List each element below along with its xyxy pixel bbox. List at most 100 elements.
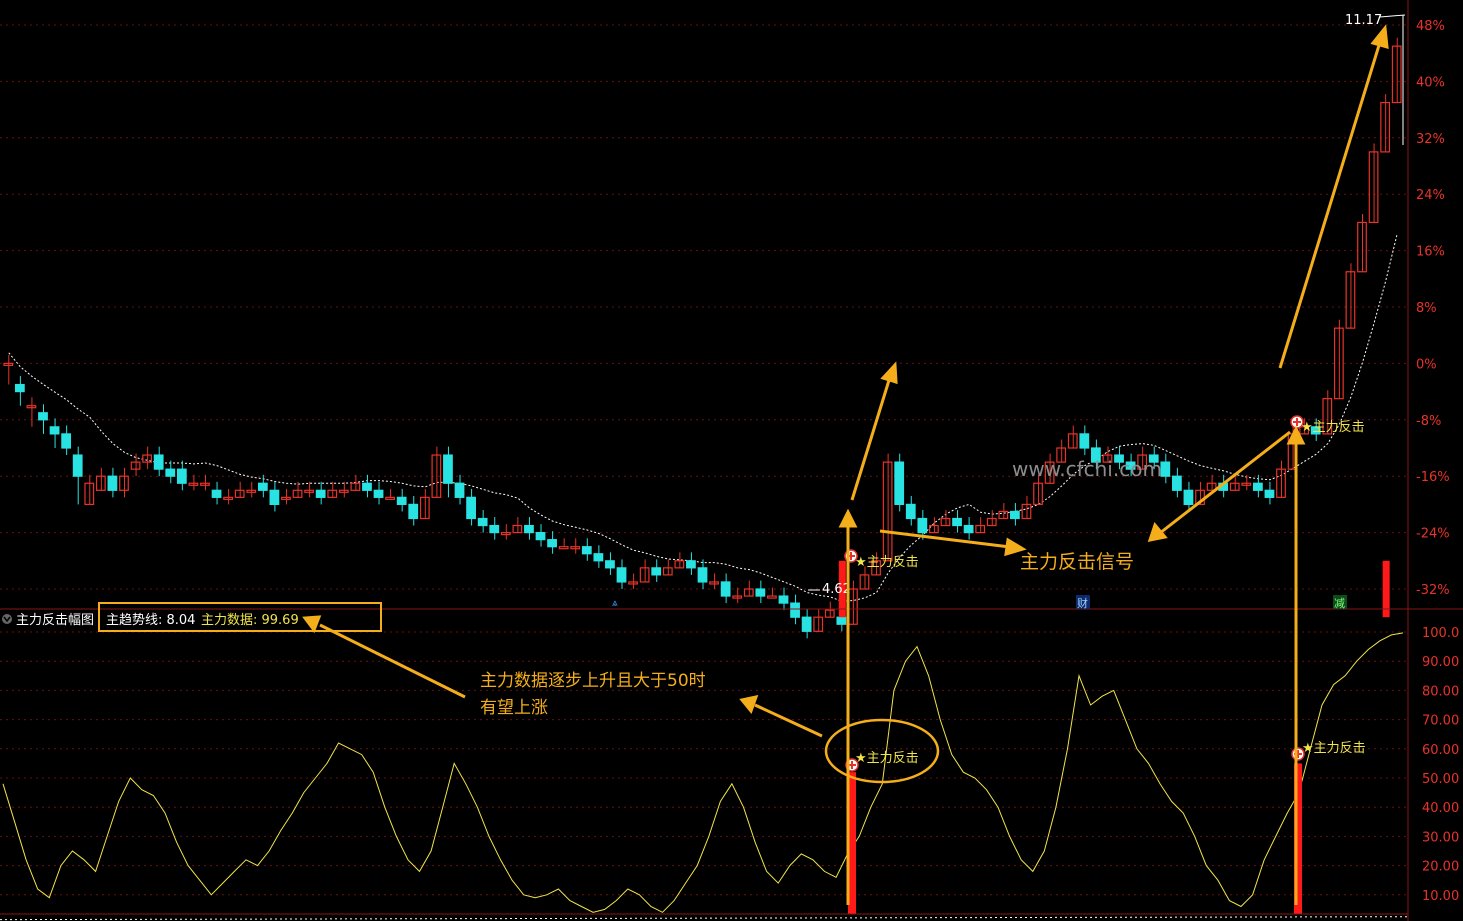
candle-body xyxy=(1067,433,1078,449)
upper-tick-label: -24% xyxy=(1416,527,1450,542)
candle-body xyxy=(1264,489,1275,498)
candle-body xyxy=(512,524,523,534)
description-line-2: 有望上涨 xyxy=(480,698,548,718)
candle-body xyxy=(894,461,905,506)
lower-tick-label: 20.00 xyxy=(1422,860,1459,875)
candle-body xyxy=(755,588,766,597)
candle-body xyxy=(732,595,743,599)
event-marker-icon: ⩓ xyxy=(612,598,618,609)
signal-label: ★主力反击 xyxy=(1301,420,1365,435)
upper-tick-label: -32% xyxy=(1416,583,1450,598)
candle-body xyxy=(917,517,928,534)
signal-label: ★主力反击 xyxy=(1302,741,1366,756)
upper-tick-label: 32% xyxy=(1416,132,1445,147)
candle-body xyxy=(443,454,453,484)
candle-body xyxy=(952,517,962,527)
candle-body xyxy=(535,531,546,541)
cai-marker: 财 xyxy=(1077,596,1088,610)
candle-body xyxy=(315,489,326,498)
candle-body xyxy=(709,581,719,585)
candle-body xyxy=(547,539,557,548)
indicator-name: 主力反击幅图 xyxy=(16,613,94,628)
lower-tick-label: 50.00 xyxy=(1422,772,1459,787)
candle-body xyxy=(211,489,222,498)
lower-tick-label: 30.00 xyxy=(1422,830,1459,845)
ma-line xyxy=(8,233,1398,602)
lower-tick-label: 60.00 xyxy=(1422,743,1459,758)
candle-body xyxy=(686,560,696,569)
arrow-to-text xyxy=(754,703,823,738)
trend-ma-line xyxy=(8,233,1398,602)
candle-body xyxy=(153,454,164,470)
stock-chart: 48% 40% 32% 24% 16% 8% 0% -8% -16% -24% -32% 100.0… xyxy=(0,0,1463,921)
candle-body xyxy=(605,560,615,569)
trend-baseline xyxy=(0,916,1409,921)
candles xyxy=(3,37,1402,639)
upper-tick-label: 16% xyxy=(1416,245,1445,260)
signal-caption: 主力反击信号 xyxy=(1020,551,1134,573)
upper-tick-label: 0% xyxy=(1416,357,1437,372)
arrow-rally-1 xyxy=(850,376,892,501)
candle-body xyxy=(408,503,419,520)
candle-body xyxy=(72,454,83,477)
candle-body xyxy=(790,602,800,618)
signal-marker-3: ★主力反击 xyxy=(845,751,919,772)
candle-body xyxy=(49,426,60,435)
lower-tick-label: 100.0 xyxy=(1422,626,1459,641)
candle-body xyxy=(1380,101,1391,153)
candle-body xyxy=(385,496,395,500)
arrow-head xyxy=(880,361,898,385)
candle-body xyxy=(362,482,372,491)
candle-body xyxy=(119,475,129,491)
description-line-1: 主力数据逐步上升且大于50时 xyxy=(480,671,706,691)
candle-body xyxy=(489,524,500,534)
candle-body xyxy=(801,616,812,632)
main-data-value: 主力数据: 99.69 xyxy=(201,613,299,628)
candle-body xyxy=(720,581,731,597)
candle-body xyxy=(1079,433,1090,449)
candle-body xyxy=(778,595,789,604)
signal-label: ★主力反击 xyxy=(855,751,919,766)
lower-tick-label: 40.00 xyxy=(1422,801,1459,816)
candle-body xyxy=(963,524,974,534)
candle-body xyxy=(1241,482,1252,486)
upper-tick-label: 24% xyxy=(1416,188,1445,203)
candle-body xyxy=(1010,510,1020,520)
candle-body xyxy=(396,496,407,506)
lower-tick-label: 80.00 xyxy=(1422,684,1459,699)
candle-body xyxy=(651,567,662,576)
candle-body xyxy=(593,553,604,562)
candle-body xyxy=(454,482,465,498)
candle-body xyxy=(905,503,916,520)
candle-body xyxy=(1033,482,1043,505)
jian-marker: 减 xyxy=(1334,597,1345,610)
candle-body xyxy=(616,567,627,583)
candle-body xyxy=(558,546,569,550)
arrow-signal-left xyxy=(879,529,1011,549)
arrow-rally-2 xyxy=(1278,41,1382,369)
upper-tick-label: -16% xyxy=(1416,470,1450,485)
candle-body xyxy=(767,595,777,599)
price-high-label: 11.17 xyxy=(1345,13,1382,28)
signal-marker-1: ★主力反击 xyxy=(844,549,919,570)
lower-tick-label: 10.00 xyxy=(1422,889,1459,904)
arrow-head xyxy=(838,508,858,528)
lower-tick-label: 70.00 xyxy=(1422,714,1459,729)
candle-body xyxy=(107,475,118,491)
collapse-toggle-icon[interactable] xyxy=(2,614,12,624)
candle-body xyxy=(14,383,25,393)
candle-body xyxy=(466,496,476,520)
upper-axis: 48% 40% 32% 24% 16% 8% 0% -8% -16% -24% -32% xyxy=(1416,19,1450,598)
candle-body xyxy=(836,616,847,625)
signal-bars xyxy=(838,560,1390,914)
arrow-head xyxy=(1370,24,1389,50)
upper-tick-label: 8% xyxy=(1416,301,1437,316)
watermark: www.cfchi.com xyxy=(1012,457,1162,481)
signal-marker-4: ★主力反击 xyxy=(1291,741,1366,761)
candle-body xyxy=(1183,489,1194,505)
candle-body xyxy=(373,489,384,498)
candle-body xyxy=(697,567,708,583)
candle-body xyxy=(975,524,986,534)
candle-body xyxy=(1252,482,1263,491)
candle-body xyxy=(84,482,95,505)
